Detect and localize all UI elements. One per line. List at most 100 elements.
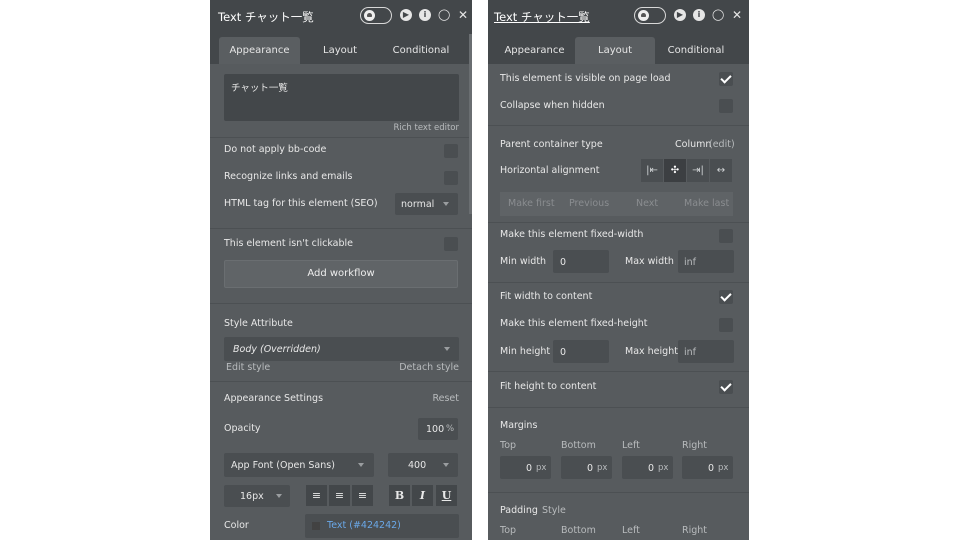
font-size-dropdown[interactable]: 16px bbox=[224, 485, 290, 507]
preview-toggle[interactable] bbox=[634, 7, 666, 24]
comment-icon[interactable]: ◯ bbox=[438, 9, 450, 21]
align-right-icon[interactable]: ⇥| bbox=[687, 159, 710, 182]
min-width-input[interactable]: 0 bbox=[553, 250, 609, 273]
recognize-links-checkbox[interactable] bbox=[444, 171, 458, 185]
info-icon[interactable]: i bbox=[693, 9, 705, 21]
margin-top-value: 0 bbox=[526, 463, 533, 474]
font-weight-dropdown[interactable]: 400 bbox=[388, 453, 458, 477]
margin-left-input[interactable]: 0 px bbox=[622, 456, 673, 479]
opacity-input[interactable]: 100 % bbox=[418, 418, 458, 440]
margin-left-label: Left bbox=[622, 440, 640, 451]
edit-container-link[interactable]: (edit) bbox=[709, 139, 735, 150]
align-center-icon[interactable]: ≡ bbox=[329, 485, 350, 506]
fit-width-checkbox[interactable] bbox=[719, 290, 733, 304]
margin-bottom-label: Bottom bbox=[561, 440, 596, 451]
html-tag-dropdown[interactable]: normal bbox=[395, 193, 458, 215]
divider bbox=[488, 407, 749, 408]
max-height-label: Max height bbox=[625, 346, 678, 357]
style-value: Body (Overridden) bbox=[233, 344, 321, 355]
color-picker[interactable]: Text (#424242) bbox=[305, 514, 459, 538]
preview-toggle[interactable] bbox=[360, 7, 392, 24]
align-left-icon[interactable]: |⇤ bbox=[641, 159, 664, 182]
min-width-label: Min width bbox=[500, 256, 547, 267]
not-clickable-checkbox[interactable] bbox=[444, 237, 458, 251]
divider bbox=[488, 282, 749, 283]
fixed-width-checkbox[interactable] bbox=[719, 229, 733, 243]
panel-header: Text チャット一覧 ▶ i ◯ ✕ bbox=[488, 0, 749, 34]
tab-appearance[interactable]: Appearance bbox=[219, 37, 300, 64]
font-weight-value: 400 bbox=[408, 460, 427, 471]
panel-title: Text チャット一覧 bbox=[494, 10, 590, 24]
recognize-links-label: Recognize links and emails bbox=[224, 171, 353, 182]
px-unit: px bbox=[658, 463, 669, 473]
max-width-label: Max width bbox=[625, 256, 674, 267]
add-workflow-button[interactable]: Add workflow bbox=[224, 260, 458, 288]
fit-height-label: Fit height to content bbox=[500, 381, 597, 392]
play-icon[interactable]: ▶ bbox=[674, 9, 686, 21]
fixed-width-label: Make this element fixed-width bbox=[500, 229, 644, 240]
bold-icon[interactable]: B bbox=[389, 485, 410, 506]
chevron-down-icon bbox=[443, 463, 449, 467]
margin-bottom-input[interactable]: 0 px bbox=[561, 456, 612, 479]
align-right-icon[interactable]: ≡ bbox=[352, 485, 373, 506]
align-justify-icon[interactable]: ↔ bbox=[710, 159, 733, 182]
fixed-height-checkbox[interactable] bbox=[719, 318, 733, 332]
fit-height-checkbox[interactable] bbox=[719, 380, 733, 394]
appearance-settings-label: Appearance Settings bbox=[224, 393, 324, 404]
tab-layout[interactable]: Layout bbox=[300, 37, 380, 64]
do-not-apply-bbcode-label: Do not apply bb-code bbox=[224, 144, 327, 155]
reset-link[interactable]: Reset bbox=[432, 393, 459, 404]
detach-style-link[interactable]: Detach style bbox=[399, 362, 459, 373]
scrollbar[interactable] bbox=[469, 34, 472, 214]
container-type-value: Column bbox=[675, 139, 712, 150]
align-left-icon[interactable]: ≡ bbox=[306, 485, 327, 506]
parent-container-label: Parent container type bbox=[500, 139, 603, 150]
padding-top-label: Top bbox=[500, 525, 517, 536]
rich-text-input[interactable]: チャット一覧 bbox=[224, 74, 459, 121]
tab-conditional[interactable]: Conditional bbox=[655, 37, 737, 64]
padding-bottom-label: Bottom bbox=[561, 525, 596, 536]
font-family-value: App Font (Open Sans) bbox=[231, 460, 335, 471]
tab-conditional[interactable]: Conditional bbox=[380, 37, 462, 64]
margin-top-input[interactable]: 0 px bbox=[500, 456, 551, 479]
divider bbox=[488, 222, 749, 223]
appearance-panel: Text チャット一覧 ▶ i ◯ ✕ Appearance Layout Co… bbox=[210, 0, 472, 540]
padding-style-link[interactable]: Style bbox=[542, 505, 566, 516]
margin-right-input[interactable]: 0 px bbox=[682, 456, 733, 479]
visible-on-load-checkbox[interactable] bbox=[719, 72, 733, 86]
divider bbox=[488, 125, 749, 126]
do-not-apply-bbcode-checkbox[interactable] bbox=[444, 144, 458, 158]
align-center-icon[interactable]: ✣ bbox=[664, 159, 687, 182]
rich-text-editor-link[interactable]: Rich text editor bbox=[393, 123, 459, 133]
comment-icon[interactable]: ◯ bbox=[712, 9, 724, 21]
close-icon[interactable]: ✕ bbox=[457, 9, 469, 21]
margin-bottom-value: 0 bbox=[587, 463, 594, 474]
px-unit: px bbox=[718, 463, 729, 473]
tab-layout[interactable]: Layout bbox=[575, 37, 655, 64]
style-dropdown[interactable]: Body (Overridden) bbox=[224, 337, 459, 361]
make-first-button[interactable]: Make first bbox=[508, 198, 555, 209]
italic-icon[interactable]: I bbox=[412, 485, 433, 506]
color-swatch bbox=[312, 522, 320, 530]
fixed-height-label: Make this element fixed-height bbox=[500, 318, 648, 329]
divider bbox=[210, 228, 472, 229]
collapse-hidden-checkbox[interactable] bbox=[719, 99, 733, 113]
make-last-button[interactable]: Make last bbox=[684, 198, 729, 209]
tab-appearance[interactable]: Appearance bbox=[494, 37, 575, 64]
font-family-dropdown[interactable]: App Font (Open Sans) bbox=[224, 453, 374, 477]
max-height-input[interactable]: inf bbox=[678, 340, 734, 363]
info-icon[interactable]: i bbox=[419, 9, 431, 21]
visible-on-load-label: This element is visible on page load bbox=[500, 73, 671, 84]
play-icon[interactable]: ▶ bbox=[400, 9, 412, 21]
max-width-input[interactable]: inf bbox=[678, 250, 734, 273]
next-button[interactable]: Next bbox=[636, 198, 658, 209]
chevron-down-icon bbox=[443, 202, 449, 206]
pagination-bar: Make first Previous Next Make last bbox=[500, 192, 733, 216]
underline-icon[interactable]: U bbox=[436, 485, 457, 506]
padding-label: Padding bbox=[500, 505, 538, 516]
min-height-input[interactable]: 0 bbox=[553, 340, 609, 363]
edit-style-link[interactable]: Edit style bbox=[226, 362, 270, 373]
previous-button[interactable]: Previous bbox=[569, 198, 609, 209]
close-icon[interactable]: ✕ bbox=[731, 9, 743, 21]
margin-top-label: Top bbox=[500, 440, 517, 451]
